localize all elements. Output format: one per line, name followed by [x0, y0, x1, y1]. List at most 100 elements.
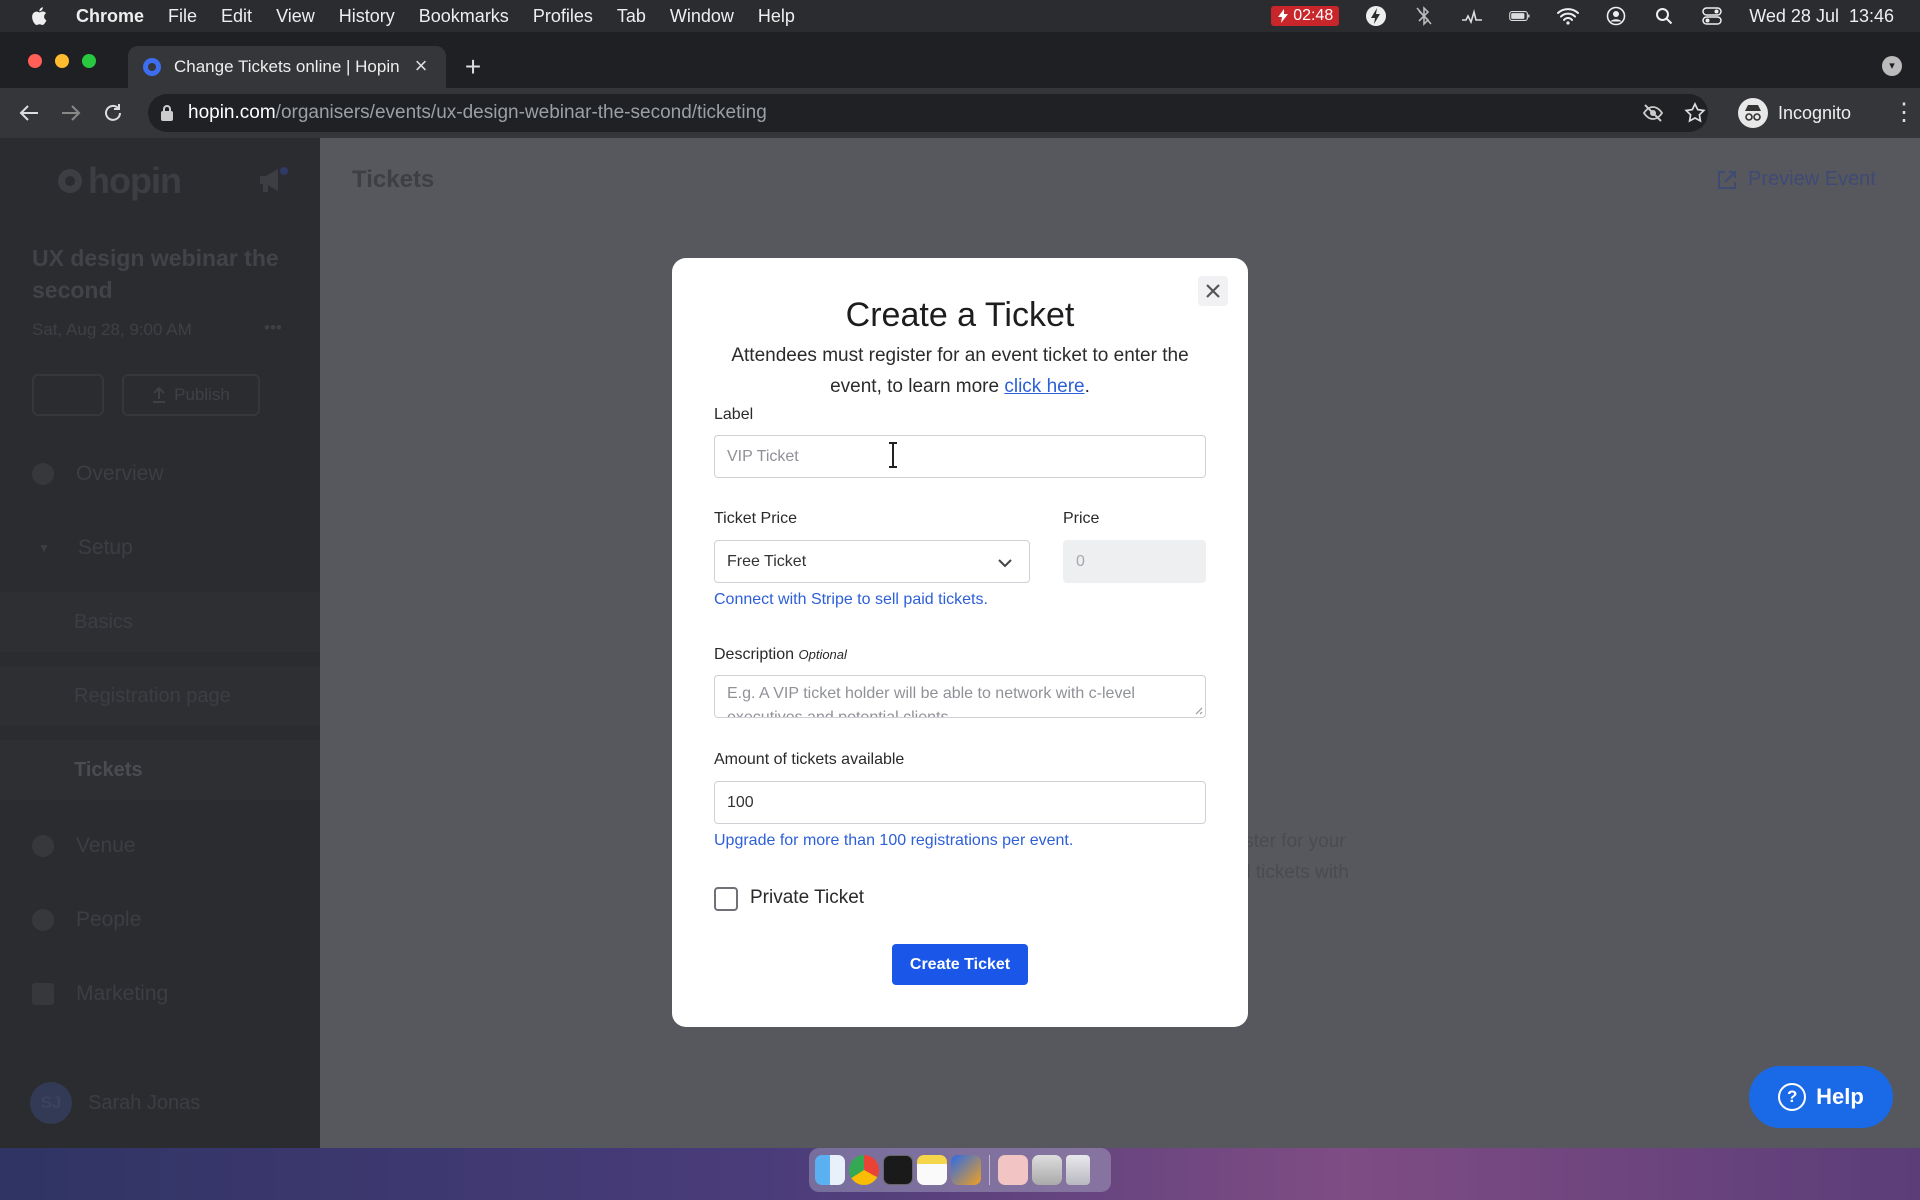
window-minimize-button[interactable] — [55, 54, 69, 68]
create-ticket-button[interactable]: Create Ticket — [892, 944, 1028, 985]
venue-icon — [32, 835, 54, 857]
menu-history[interactable]: History — [339, 6, 395, 27]
hopin-logo-icon — [58, 169, 82, 193]
back-arrow-icon[interactable] — [16, 100, 42, 126]
people-icon — [32, 909, 54, 931]
reeder-icon[interactable] — [951, 1155, 981, 1185]
modal-title: Create a Ticket — [845, 296, 1075, 334]
preview-event-link[interactable]: Preview Event — [1716, 168, 1876, 191]
browser-tab-active[interactable]: Change Tickets online | Hopin × — [128, 46, 446, 88]
megaphone-icon[interactable] — [256, 166, 288, 194]
bluetooth-off-icon[interactable] — [1413, 5, 1435, 27]
private-ticket-label[interactable]: Private Ticket — [750, 887, 864, 909]
address-bar[interactable]: hopin.com/organisers/events/ux-design-we… — [148, 94, 1708, 132]
apple-icon[interactable] — [28, 5, 52, 27]
menu-app-chrome[interactable]: Chrome — [76, 6, 144, 27]
hopin-logo[interactable]: hopin — [56, 160, 182, 202]
ticket-price-select[interactable]: Free Ticket — [714, 540, 1030, 583]
resize-handle-icon[interactable] — [1193, 705, 1203, 715]
sidebar-item-label: Tickets — [74, 758, 143, 781]
modal-subtitle: Attendees must register for an event tic… — [731, 345, 1189, 397]
control-center-icon[interactable] — [1701, 5, 1723, 27]
sidebar-item-label: People — [76, 908, 142, 931]
sidebar: hopin UX design webinar the second Sat, … — [0, 138, 320, 1148]
forward-arrow-icon[interactable] — [58, 100, 84, 126]
menu-tab[interactable]: Tab — [617, 6, 646, 27]
click-here-link[interactable]: click here — [1004, 376, 1084, 397]
user-profile[interactable]: SJ Sarah Jonas — [30, 1082, 200, 1124]
description-label: Description Optional — [714, 646, 847, 664]
lock-icon[interactable] — [160, 104, 174, 122]
menu-profiles[interactable]: Profiles — [533, 6, 593, 27]
window-zoom-button[interactable] — [82, 54, 96, 68]
preview-icon[interactable] — [1032, 1155, 1062, 1185]
sidebar-item-marketing[interactable]: Marketing — [0, 964, 320, 1024]
description-placeholder: E.g. A VIP ticket holder will be able to… — [727, 685, 1135, 718]
event-date: Sat, Aug 28, 9:00 AM — [32, 320, 192, 339]
help-button[interactable]: ? Help — [1749, 1066, 1893, 1128]
menu-view[interactable]: View — [276, 6, 315, 27]
sidebar-item-people[interactable]: People — [0, 890, 320, 950]
mail-icon — [32, 983, 54, 1005]
tab-search-button[interactable]: ▾ — [1882, 56, 1902, 76]
description-textarea[interactable]: E.g. A VIP ticket holder will be able to… — [714, 675, 1206, 718]
overview-icon — [32, 463, 54, 485]
connect-stripe-link[interactable]: Connect with Stripe to sell paid tickets… — [714, 591, 988, 609]
menu-help[interactable]: Help — [758, 6, 795, 27]
spotlight-search-icon[interactable] — [1653, 5, 1675, 27]
menu-bookmarks[interactable]: Bookmarks — [419, 6, 509, 27]
event-title: UX design webinar the second — [32, 245, 279, 303]
publish-button[interactable]: Publish — [122, 374, 260, 416]
bookmark-star-icon[interactable] — [1684, 102, 1706, 124]
amount-input[interactable]: 100 — [714, 781, 1206, 824]
upload-icon — [153, 387, 166, 403]
event-more-icon[interactable]: ••• — [264, 318, 282, 338]
folder-icon[interactable] — [998, 1155, 1028, 1185]
menu-clock[interactable]: Wed 28 Jul 13:46 — [1749, 6, 1894, 27]
menu-window[interactable]: Window — [670, 6, 734, 27]
menu-edit[interactable]: Edit — [221, 6, 252, 27]
tab-close-icon[interactable]: × — [410, 55, 432, 77]
finder-icon[interactable] — [815, 1155, 845, 1185]
incognito-label: Incognito — [1778, 102, 1852, 123]
bolt-icon[interactable] — [1365, 5, 1387, 27]
user-account-icon[interactable] — [1605, 5, 1627, 27]
external-link-icon — [1718, 170, 1736, 189]
battery-icon[interactable] — [1509, 5, 1531, 27]
private-ticket-checkbox[interactable] — [714, 887, 738, 911]
chrome-icon[interactable] — [849, 1155, 879, 1185]
sidebar-item-basics[interactable]: Basics — [0, 592, 320, 652]
menu-file[interactable]: File — [168, 6, 197, 27]
third-party-cookies-blocked-icon[interactable] — [1642, 102, 1664, 124]
sidebar-item-overview[interactable]: Overview — [0, 444, 320, 504]
wifi-icon[interactable] — [1557, 5, 1580, 27]
sidebar-item-label: Registration page — [74, 684, 231, 707]
avatar: SJ — [30, 1082, 72, 1124]
activity-icon[interactable] — [1461, 5, 1483, 27]
sidebar-item-setup[interactable]: ▼ Setup — [0, 518, 320, 578]
description-label-text: Description — [714, 646, 795, 663]
label-input[interactable]: VIP Ticket — [714, 435, 1206, 478]
hopin-favicon-icon — [143, 58, 161, 76]
terminal-icon[interactable] — [883, 1155, 913, 1185]
user-name: Sarah Jonas — [88, 1091, 201, 1114]
sidebar-item-venue[interactable]: Venue — [0, 816, 320, 876]
sidebar-item-registration-page[interactable]: Registration page — [0, 666, 320, 726]
modal-subtitle-text: Attendees must register for an event tic… — [731, 345, 1189, 397]
event-status-toggle[interactable] — [32, 374, 104, 416]
window-close-button[interactable] — [28, 54, 42, 68]
upgrade-link[interactable]: Upgrade for more than 100 registrations … — [714, 832, 1073, 850]
sidebar-item-label: Basics — [74, 610, 133, 633]
reload-icon[interactable] — [100, 100, 126, 126]
new-tab-button[interactable]: + — [458, 52, 488, 82]
recording-icon — [1278, 9, 1289, 23]
screen-recording-indicator[interactable]: 02:48 — [1271, 6, 1340, 26]
sidebar-item-tickets[interactable]: Tickets — [0, 740, 320, 800]
trash-icon[interactable] — [1066, 1155, 1090, 1185]
optional-tag: Optional — [798, 647, 847, 662]
dock-separator — [989, 1155, 990, 1185]
notes-icon[interactable] — [917, 1155, 947, 1185]
chrome-menu-icon[interactable]: ⋮ — [1892, 100, 1916, 126]
price-label: Price — [1063, 510, 1100, 527]
incognito-profile-button[interactable]: Incognito — [1738, 95, 1851, 131]
